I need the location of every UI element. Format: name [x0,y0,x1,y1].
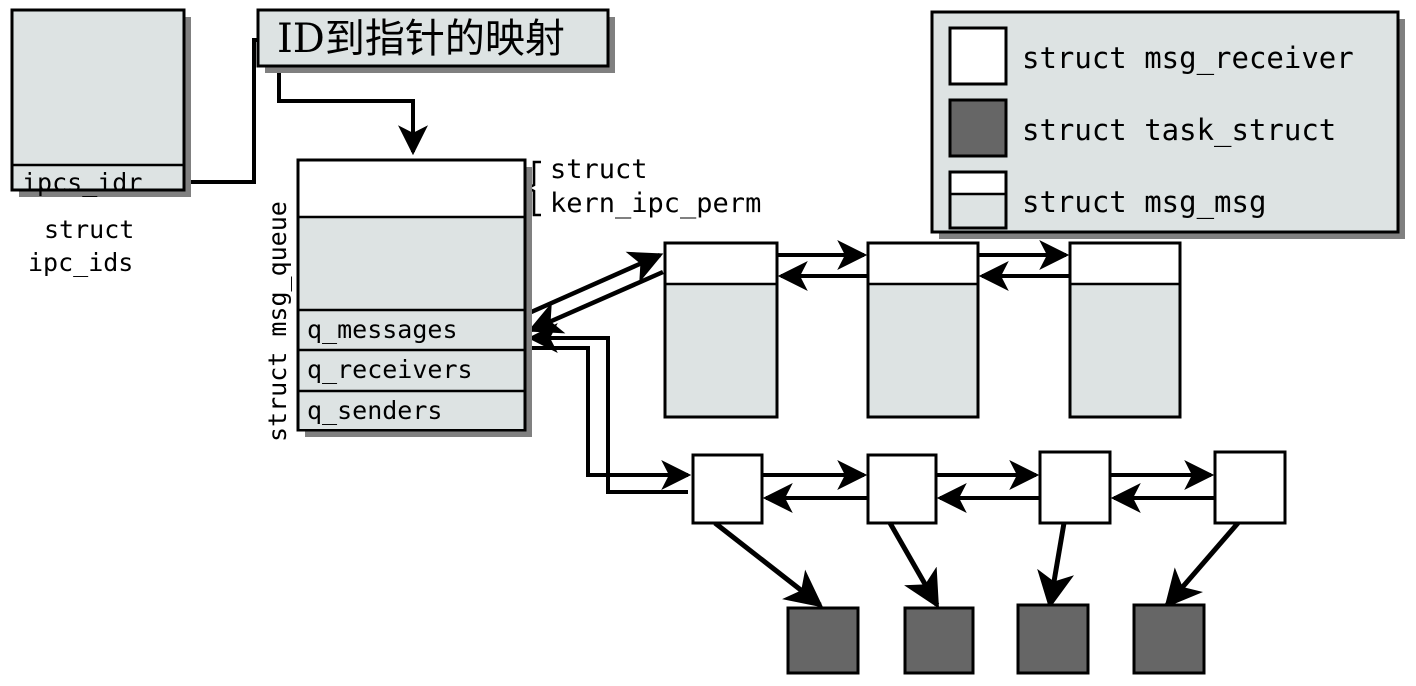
task-struct-box-4 [1132,603,1206,675]
connector-msgmsg-2-3 [978,240,1070,291]
connector-mapping-to-msgqueue [277,68,428,156]
q-messages-label: q_messages [307,315,458,344]
msg-msg-box-3 [1068,241,1182,419]
task-struct-box-2 [903,606,975,675]
connector-qreceivers-to-msgreceiver [527,323,692,494]
id-mapping-label: ID到指针的映射 [277,16,565,62]
connector-msgreceiver-1-2 [762,460,868,513]
legend-label-task-struct: struct task_struct [1022,113,1337,147]
msg-msg-box-1 [663,241,779,419]
msg-receiver-swatch [948,26,1008,86]
diagram-canvas: ipcs_idr struct ipc_ids ID到指针的映射 struct … [0,0,1416,686]
connector-receiver-to-task-2 [887,521,940,609]
task-struct-box-3 [1016,603,1090,675]
legend-label-msg-receiver: struct msg_receiver [1022,41,1354,75]
connector-receiver-to-task-3 [1037,522,1075,609]
q-receivers-label: q_receivers [307,355,473,384]
legend-label-msg-msg: struct msg_msg [1022,185,1267,219]
kern-ipc-perm-brace [525,160,541,217]
connector-ipcsidr-to-mapping [186,38,262,184]
kern-ipc-perm-label-line1: struct [550,154,648,185]
msg-receiver-box-1 [691,453,764,525]
connector-qmessages-to-msgmsg [527,251,664,334]
task-struct-swatch [948,98,1008,158]
task-struct-box-1 [786,606,860,675]
connector-msgreceiver-2-3 [936,460,1040,513]
ipcs-idr-label: ipcs_idr [22,168,143,197]
msg-receiver-box-2 [866,453,938,525]
connector-receiver-to-task-1 [713,521,824,608]
msg-msg-swatch [948,170,1008,230]
connector-msgreceiver-3-4 [1110,460,1215,513]
shape-layer [10,8,1405,675]
connector-receiver-to-task-4 [1164,521,1240,609]
msg-receiver-box-4 [1213,450,1287,525]
q-senders-label: q_senders [307,396,443,425]
connector-layer [186,38,1240,609]
msg-receiver-box-3 [1038,450,1112,525]
ipc-ids-caption-line1: struct [44,215,135,244]
kern-ipc-perm-label-line2: kern_ipc_perm [550,188,762,219]
connector-msgmsg-1-2 [777,240,868,291]
ipc-ids-caption-line2: ipc_ids [28,248,134,277]
msg-queue-side-label-text: struct msg_queue [263,201,292,442]
msg-msg-box-2 [866,241,980,419]
msg-queue-side-label: struct msg_queue [263,132,292,442]
